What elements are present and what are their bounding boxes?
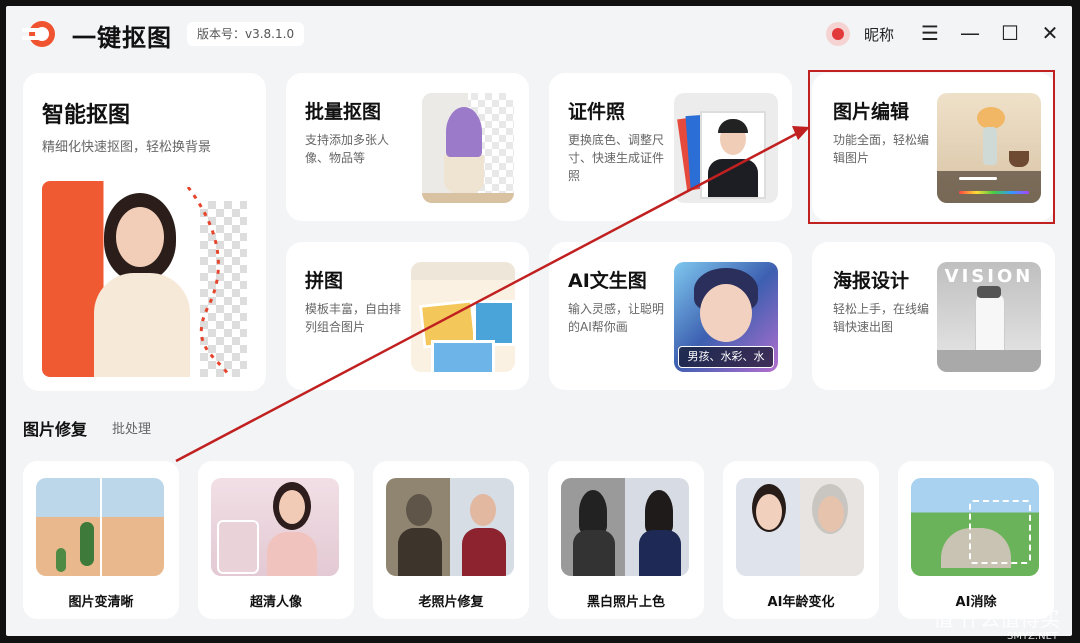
- watermark: 值 什么值得买 SMYZ.NET: [906, 607, 1066, 642]
- annotation-arrow-icon: [175, 126, 810, 463]
- watermark-domain: SMYZ.NET: [1006, 631, 1058, 642]
- app-window: 一键抠图 版本号：v3.8.1.0 昵称 ☰ — ☐ ✕ 智能抠图 精细化快速抠…: [6, 6, 1072, 636]
- watermark-text: 值 什么值得买: [933, 607, 1060, 631]
